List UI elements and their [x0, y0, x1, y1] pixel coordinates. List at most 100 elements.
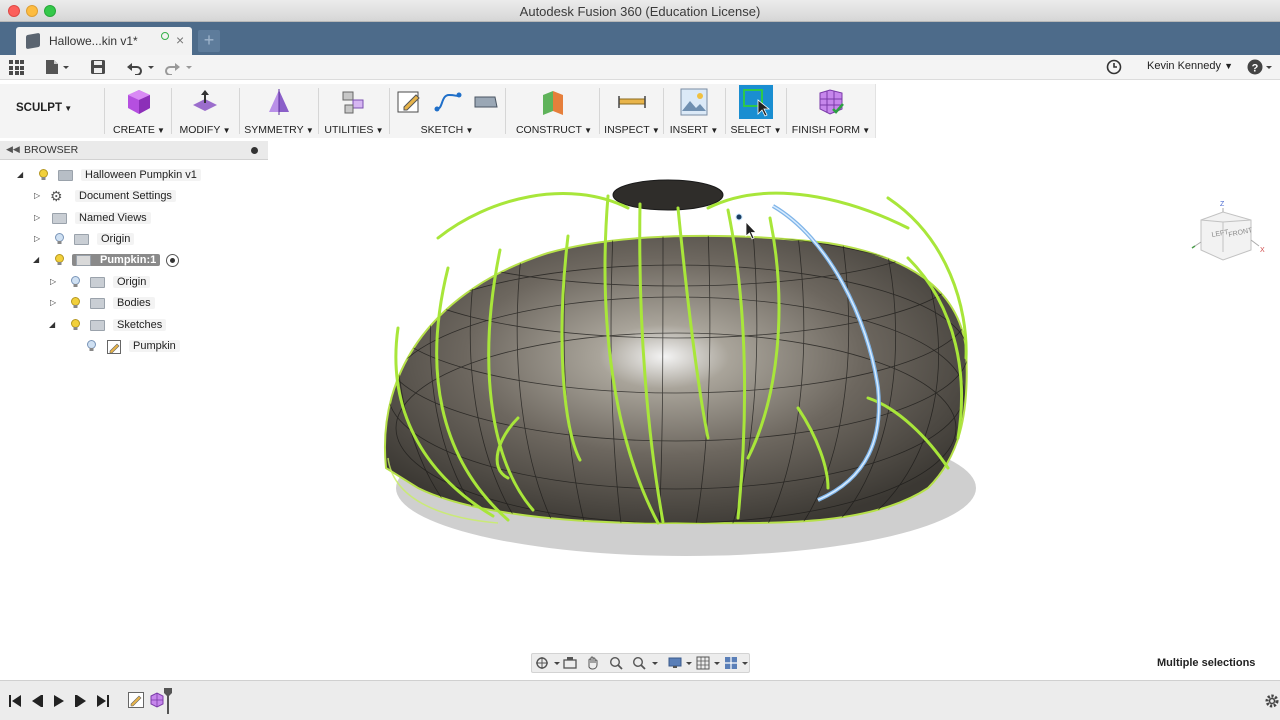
navigation-bar — [531, 653, 750, 673]
collapse-panel-icon[interactable]: ◀◀ — [6, 144, 20, 155]
step-back-icon[interactable] — [30, 694, 44, 708]
user-account-menu[interactable]: Kevin Kennedy ▼ — [1147, 60, 1233, 72]
tree-node-pumpkin-sketch[interactable]: Pumpkin — [64, 338, 264, 356]
new-tab-button[interactable]: + — [198, 30, 220, 52]
expand-triangle-icon[interactable]: ▷ — [34, 234, 40, 243]
quick-access-toolbar: Kevin Kennedy ▼ ? — [0, 55, 1280, 80]
document-tab[interactable]: Hallowe...kin v1* × — [16, 27, 192, 55]
visibility-bulb-icon[interactable] — [71, 297, 80, 309]
timeline-sketch-feature-icon[interactable] — [128, 692, 144, 708]
collapse-triangle-icon[interactable]: ◢ — [17, 170, 23, 179]
tree-node-named-views[interactable]: ▷ Named Views — [32, 210, 232, 228]
tree-node-bodies[interactable]: ▷ Bodies — [48, 295, 248, 313]
tree-node-origin[interactable]: ▷ Origin — [32, 231, 232, 249]
data-panel-grid-icon[interactable] — [9, 60, 24, 75]
zoom-icon[interactable] — [609, 656, 623, 670]
look-at-icon[interactable] — [563, 656, 577, 670]
viewports-icon[interactable] — [724, 656, 750, 670]
visibility-bulb-icon[interactable] — [71, 276, 80, 288]
tree-node-origin-child[interactable]: ▷ Origin — [48, 274, 248, 292]
select-menu-label: SELECT — [730, 124, 782, 136]
select-menu[interactable]: SELECT — [730, 84, 782, 138]
save-icon[interactable] — [90, 59, 106, 75]
step-forward-icon[interactable] — [74, 694, 88, 708]
viewcube-z-axis: Z — [1220, 201, 1225, 208]
construct-menu[interactable]: CONSTRUCT — [510, 84, 598, 138]
redo-icon[interactable] — [164, 59, 196, 75]
display-settings-icon[interactable] — [668, 656, 694, 670]
expand-triangle-icon[interactable]: ▷ — [34, 191, 40, 200]
visibility-bulb-icon[interactable] — [55, 233, 64, 245]
symmetry-menu[interactable]: SYMMETRY — [244, 84, 314, 138]
fit-zoom-icon[interactable] — [632, 656, 660, 670]
expand-triangle-icon[interactable]: ▷ — [34, 213, 40, 222]
utilities-menu[interactable]: UTILITIES — [322, 84, 386, 138]
pin-panel-icon[interactable] — [251, 147, 258, 154]
go-to-end-icon[interactable] — [96, 694, 110, 708]
job-status-clock-icon[interactable] — [1106, 59, 1122, 75]
sketch-menu-label: SKETCH — [393, 124, 501, 136]
tree-node-document-settings[interactable]: ▷ ⚙ Document Settings — [32, 188, 232, 206]
expand-triangle-icon[interactable]: ▷ — [50, 277, 56, 286]
undo-icon[interactable] — [126, 59, 158, 75]
sketch-rectangle-icon — [474, 96, 498, 108]
sketch-menu[interactable]: SKETCH — [393, 84, 501, 138]
pan-hand-icon[interactable] — [586, 656, 600, 670]
create-menu[interactable]: CREATE — [110, 84, 168, 138]
modify-icon — [193, 90, 217, 111]
grid-settings-icon[interactable] — [696, 656, 722, 670]
folder-icon — [90, 320, 105, 331]
document-tab-strip: Hallowe...kin v1* × + — [0, 22, 1280, 55]
inspect-menu[interactable]: INSPECT — [604, 84, 660, 138]
tree-node-root[interactable]: ◢ Halloween Pumpkin v1 — [16, 167, 216, 185]
toolbar-separator — [725, 88, 726, 134]
symmetry-icon — [269, 89, 289, 115]
pumpkin-body[interactable] — [383, 170, 968, 540]
help-icon[interactable]: ? — [1247, 58, 1275, 76]
timeline-settings-gear-icon[interactable] — [1264, 693, 1280, 709]
tree-node-label: Named Views — [75, 212, 151, 224]
toolbar-separator — [786, 88, 787, 134]
title-bar: Autodesk Fusion 360 (Education License) — [0, 0, 1280, 22]
play-icon[interactable] — [52, 694, 66, 708]
toolbar-separator — [599, 88, 600, 134]
finish-form-menu[interactable]: FINISH FORM — [790, 84, 872, 138]
orbit-icon[interactable] — [535, 656, 561, 670]
tree-node-label: Bodies — [113, 297, 155, 309]
browser-title: BROWSER — [24, 144, 79, 156]
visibility-bulb-icon[interactable] — [87, 340, 96, 352]
finish-form-menu-label: FINISH FORM — [790, 124, 872, 136]
inspect-menu-label: INSPECT — [604, 124, 660, 136]
component-icon — [76, 255, 91, 266]
visibility-bulb-icon[interactable] — [71, 319, 80, 331]
folder-icon — [90, 277, 105, 288]
selection-status: Multiple selections — [1157, 657, 1256, 669]
tree-node-pumpkin-component[interactable]: ◢ Pumpkin:1 — [32, 252, 232, 270]
sketch-spline-icon — [434, 92, 462, 112]
expand-triangle-icon[interactable]: ▷ — [50, 298, 56, 307]
activate-component-radio[interactable] — [166, 254, 179, 267]
browser-panel-header[interactable]: ◀◀ BROWSER — [0, 141, 268, 160]
modify-menu[interactable]: MODIFY — [176, 84, 234, 138]
file-menu-icon[interactable] — [44, 59, 72, 75]
visibility-bulb-icon[interactable] — [39, 169, 48, 181]
folder-icon — [90, 298, 105, 309]
timeline-marker-icon[interactable] — [163, 687, 173, 715]
visibility-bulb-icon[interactable] — [55, 254, 64, 266]
viewcube[interactable]: LEFT FRONT Z X — [1191, 201, 1265, 261]
close-tab-button[interactable]: × — [176, 32, 184, 48]
insert-menu[interactable]: INSERT — [668, 84, 720, 138]
collapse-triangle-icon[interactable]: ◢ — [33, 255, 39, 264]
fusion-360-window: Autodesk Fusion 360 (Education License) … — [0, 0, 1280, 720]
viewcube-x-axis: X — [1260, 247, 1265, 254]
workspace-switcher[interactable]: SCULPT — [16, 102, 72, 114]
3d-viewport[interactable]: LEFT FRONT Z X — [268, 138, 1280, 678]
tree-node-label: Origin — [97, 233, 135, 245]
collapse-triangle-icon[interactable]: ◢ — [49, 320, 55, 329]
tree-node-sketches[interactable]: ◢ Sketches — [48, 317, 248, 335]
insert-menu-label: INSERT — [668, 124, 720, 136]
go-to-start-icon[interactable] — [8, 694, 22, 708]
inspect-icon — [618, 96, 646, 108]
user-name-label: Kevin Kennedy — [1147, 60, 1221, 72]
sketch-icon — [107, 340, 121, 354]
